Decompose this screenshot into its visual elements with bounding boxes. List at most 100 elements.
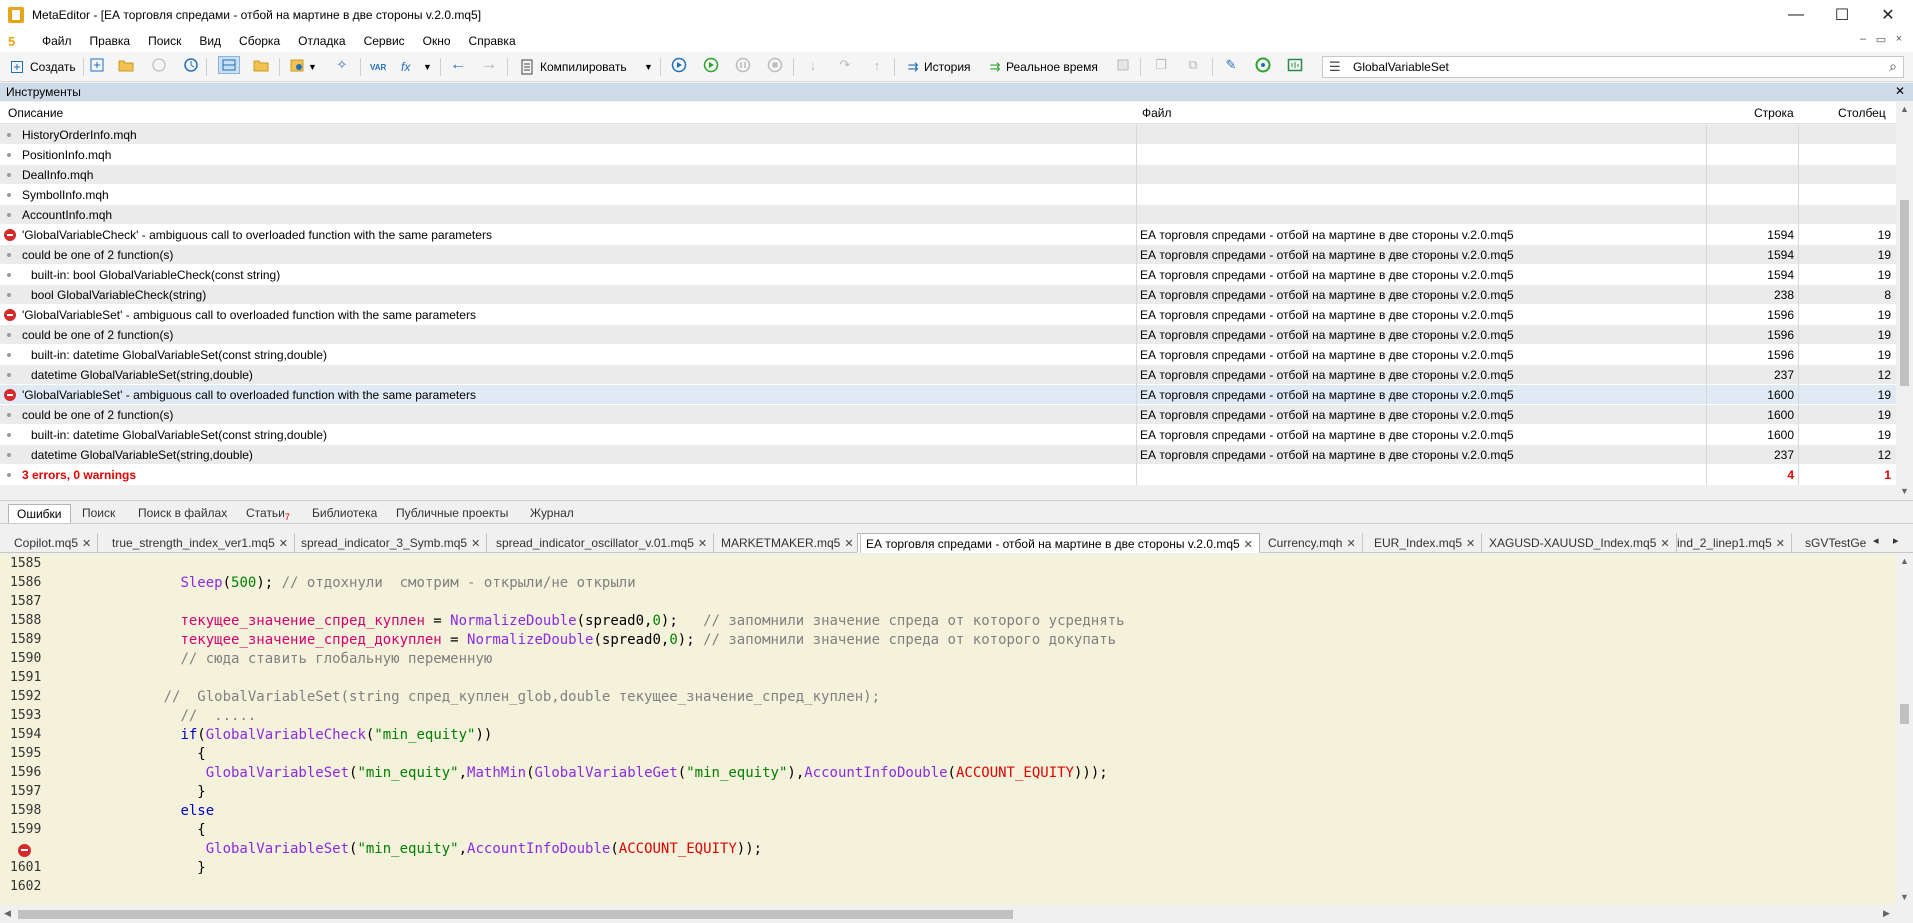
close-tab-icon[interactable]: ✕ <box>279 538 288 550</box>
table-row[interactable]: built-in: datetime GlobalVariableSet(con… <box>0 425 1896 445</box>
compare-icon[interactable]: ⧉ <box>1184 56 1202 74</box>
step-out-icon[interactable]: ↑ <box>868 56 886 74</box>
menu-build[interactable]: Сборка <box>231 34 290 48</box>
terminal-icon[interactable] <box>1286 56 1304 74</box>
editor-tab[interactable]: MARKETMAKER.mq5 ✕ <box>713 533 861 553</box>
code-line[interactable]: 1588 текущее_значение_спред_куплен = Nor… <box>0 613 1896 632</box>
bottom-tab[interactable]: Журнал <box>522 504 582 523</box>
code-editor[interactable]: 1585 1586 Sleep(500); // отдохнули смотри… <box>0 554 1896 905</box>
summary-row[interactable]: 3 errors, 0 warnings 4 1 <box>0 465 1896 485</box>
editor-tab[interactable]: Copilot.mq5 ✕ <box>6 533 99 553</box>
toolbox-toggle-icon[interactable] <box>218 56 240 74</box>
mdi-restore-button[interactable]: ▭ <box>1872 33 1890 46</box>
table-row[interactable]: bool GlobalVariableCheck(string) ЕА торго… <box>0 285 1896 305</box>
code-line[interactable]: GlobalVariableSet ("min_equity",AccountIn… <box>0 841 1896 860</box>
close-tab-icon[interactable]: ✕ <box>82 538 91 550</box>
column-file[interactable]: Файл <box>1142 106 1172 120</box>
menu-view[interactable]: Вид <box>191 34 231 48</box>
code-line[interactable]: 1590 // сюда ставить глобальную переменн… <box>0 651 1896 670</box>
close-tab-icon[interactable]: ✕ <box>1466 538 1475 550</box>
run-icon[interactable] <box>702 56 720 74</box>
editor-tab[interactable]: ЕА торговля спредами - отбой на мартине … <box>857 533 1260 553</box>
table-row[interactable]: SymbolInfo.mqh <box>0 185 1896 205</box>
refresh-icon[interactable] <box>182 56 200 74</box>
bottom-tab[interactable]: Статьи7 <box>238 504 298 523</box>
editor-tab[interactable]: EUR_Index.mq5 ✕ <box>1366 533 1483 553</box>
close-tab-icon[interactable]: ✕ <box>1776 538 1785 550</box>
editor-scroll-left-icon[interactable]: ◀ <box>4 908 11 919</box>
code-line[interactable]: 1596 GlobalVariableSet("min_equity",Math… <box>0 765 1896 784</box>
bottom-tab[interactable]: Библиотека <box>304 504 385 523</box>
maximize-button[interactable]: ☐ <box>1819 0 1865 30</box>
editor-hscroll-thumb[interactable] <box>18 910 1013 919</box>
table-row[interactable]: datetime GlobalVariableSet(string,double… <box>0 445 1896 465</box>
close-window-button[interactable]: ✕ <box>1865 0 1911 30</box>
editor-scroll-down-icon[interactable]: ▼ <box>1900 892 1909 902</box>
editor-tab[interactable]: spread_indicator_oscillator_v.01.mq5 ✕ <box>488 533 715 553</box>
editor-scroll-right-icon[interactable]: ▶ <box>1883 908 1890 919</box>
bottom-tab[interactable]: Поиск <box>74 504 123 523</box>
gutter-error-icon[interactable] <box>18 844 31 857</box>
open-folder-icon[interactable] <box>117 56 135 74</box>
stop-realtime-icon[interactable] <box>1114 56 1132 74</box>
code-line[interactable]: 1599 { <box>0 822 1896 841</box>
code-line[interactable]: 1589 текущее_значение_спред_докуплен = N… <box>0 632 1896 651</box>
sync-icon[interactable] <box>1254 56 1272 74</box>
table-row[interactable]: could be one of 2 function(s) ЕА торговля… <box>0 405 1896 425</box>
toolbox-close-icon[interactable]: ✕ <box>1895 84 1905 98</box>
fx-icon[interactable]: fx <box>401 56 410 78</box>
mdi-minimize-button[interactable]: – <box>1854 33 1872 45</box>
errors-scrollbar[interactable]: ▲ ▼ <box>1896 102 1913 498</box>
table-row[interactable]: HistoryOrderInfo.mqh <box>0 125 1896 145</box>
code-line[interactable]: 1597 } <box>0 784 1896 803</box>
editor-tab[interactable]: XAGUSD-XAUUSD_Index.mq5 ✕ <box>1481 533 1677 553</box>
create-button[interactable]: Создать <box>8 56 76 78</box>
code-line[interactable]: 1601 } <box>0 860 1896 879</box>
pause-icon[interactable] <box>734 56 752 74</box>
code-line[interactable]: 1595 { <box>0 746 1896 765</box>
close-tab-icon[interactable]: ✕ <box>844 538 853 550</box>
menu-window[interactable]: Окно <box>415 34 461 48</box>
code-line[interactable]: 1598 else <box>0 803 1896 822</box>
menu-debug[interactable]: Отладка <box>290 34 355 48</box>
table-row[interactable]: AccountInfo.mqh <box>0 205 1896 225</box>
menu-help[interactable]: Справка <box>461 34 526 48</box>
close-tab-icon[interactable]: ✕ <box>471 538 480 550</box>
editor-vertical-scrollbar[interactable]: ▲ ▼ <box>1896 554 1913 905</box>
compile-button[interactable]: Компилировать <box>518 56 627 78</box>
paste-icon[interactable] <box>288 56 306 74</box>
close-tab-icon[interactable]: ✕ <box>1660 538 1669 550</box>
bottom-tab[interactable]: Поиск в файлах <box>130 504 235 523</box>
table-row[interactable]: PositionInfo.mqh <box>0 145 1896 165</box>
editor-scrollbar-thumb[interactable] <box>1900 704 1909 724</box>
editor-tab[interactable]: sGVTestGe <box>1797 533 1867 553</box>
column-description[interactable]: Описание <box>8 106 63 120</box>
back-arrow-icon[interactable]: ← <box>449 56 467 74</box>
errors-scrollbar-thumb[interactable] <box>1900 200 1909 386</box>
scroll-up-icon[interactable]: ▲ <box>1900 104 1909 114</box>
table-row[interactable]: could be one of 2 function(s) ЕА торговля… <box>0 245 1896 265</box>
scroll-down-icon[interactable]: ▼ <box>1900 486 1909 496</box>
editor-tab[interactable]: true_strength_index_ver1.mq5 ✕ <box>104 533 295 553</box>
code-line[interactable]: 1593 // ..... <box>0 708 1896 727</box>
code-line[interactable]: 1592 // GlobalVariableSet(string спред_к… <box>0 689 1896 708</box>
debug-start-icon[interactable] <box>670 56 688 74</box>
history-button[interactable]: ⇉ История <box>904 56 971 78</box>
editor-tab[interactable]: spread_indicator_3_Symb.mq5 ✕ <box>293 533 488 553</box>
step-into-icon[interactable]: ↓ <box>804 56 822 74</box>
styler-icon[interactable]: ✧ <box>333 56 351 74</box>
save-icon[interactable] <box>150 56 168 74</box>
step-over-icon[interactable]: ↷ <box>836 56 854 74</box>
pen-icon[interactable]: ✎ <box>1222 56 1240 74</box>
copy-icon[interactable]: ❐ <box>1152 56 1170 74</box>
code-line[interactable]: 1591 <box>0 670 1896 689</box>
editor-tab[interactable]: ind_2_linep1.mq5 ✕ <box>1669 533 1792 553</box>
editor-scroll-up-icon[interactable]: ▲ <box>1900 556 1909 566</box>
close-tab-icon[interactable]: ✕ <box>1244 539 1253 551</box>
tabs-left-arrow-icon[interactable]: ◂ <box>1873 534 1879 547</box>
editor-horizontal-scrollbar[interactable]: ◀ ▶ <box>0 905 1913 923</box>
error-row[interactable]: 'GlobalVariableCheck' - ambiguous call t… <box>0 225 1896 245</box>
search-icon[interactable]: ⌕ <box>1889 58 1897 75</box>
stop-icon[interactable] <box>766 56 784 74</box>
var-icon[interactable]: VAR <box>370 56 386 78</box>
